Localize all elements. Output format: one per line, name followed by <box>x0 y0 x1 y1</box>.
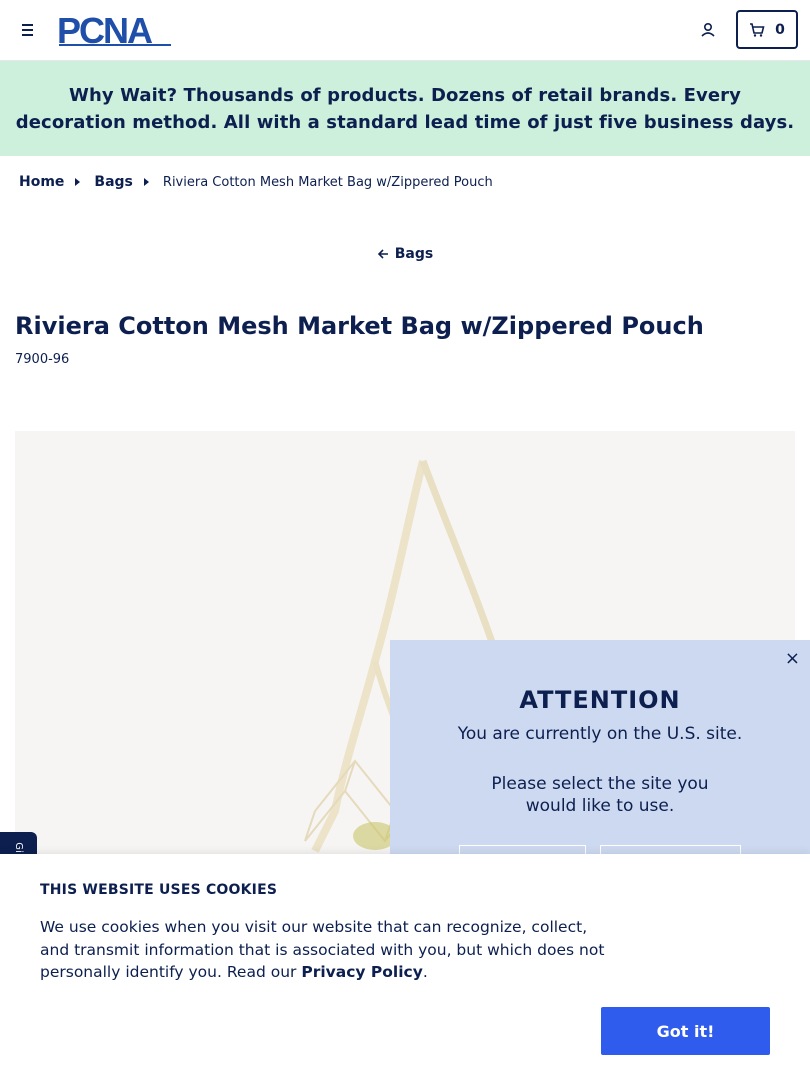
cookie-text: We use cookies when you visit our websit… <box>40 916 610 984</box>
product-sku: 7900-96 <box>15 352 70 367</box>
privacy-policy-link[interactable]: Privacy Policy <box>301 963 423 981</box>
svg-text:PCNA: PCNA <box>57 13 153 47</box>
got-it-button[interactable]: Got it! <box>601 1007 770 1055</box>
cart-icon <box>750 22 765 37</box>
breadcrumb-current: Riviera Cotton Mesh Market Bag w/Zippere… <box>162 174 493 190</box>
arrow-left-icon <box>377 249 388 259</box>
account-icon[interactable] <box>698 20 718 40</box>
pcna-logo[interactable]: PCNA <box>57 10 177 51</box>
site-header: PCNA 0 <box>0 0 810 61</box>
modal-heading: ATTENTION <box>519 686 681 714</box>
hamburger-menu-icon[interactable] <box>18 20 38 40</box>
cookie-end: . <box>422 963 428 981</box>
product-title: Riviera Cotton Mesh Market Bag w/Zippere… <box>15 312 704 340</box>
back-link-label: Bags <box>394 246 434 262</box>
side-tab-label: Gi <box>13 841 24 853</box>
modal-current-site: You are currently on the U.S. site. <box>457 724 743 744</box>
cart-count: 0 <box>775 21 785 38</box>
promo-banner: Why Wait? Thousands of products. Dozens … <box>0 61 810 156</box>
promo-lead: Why Wait? <box>69 84 178 106</box>
close-icon[interactable]: × <box>785 648 800 669</box>
caret-right-icon <box>75 178 81 186</box>
breadcrumb-bags[interactable]: Bags <box>94 174 132 190</box>
breadcrumb: Home Bags Riviera Cotton Mesh Market Bag… <box>19 174 493 190</box>
cookie-heading: THIS WEBSITE USES COOKIES <box>40 882 278 898</box>
cookie-banner: THIS WEBSITE USES COOKIES We use cookies… <box>0 854 810 1080</box>
modal-prompt: Please select the site you would like to… <box>491 774 709 816</box>
site-select-modal: × ATTENTION You are currently on the U.S… <box>390 640 810 885</box>
caret-right-icon <box>143 178 149 186</box>
breadcrumb-home[interactable]: Home <box>19 174 64 190</box>
cart-button[interactable]: 0 <box>736 10 798 49</box>
back-to-bags-link[interactable]: Bags <box>0 246 810 262</box>
